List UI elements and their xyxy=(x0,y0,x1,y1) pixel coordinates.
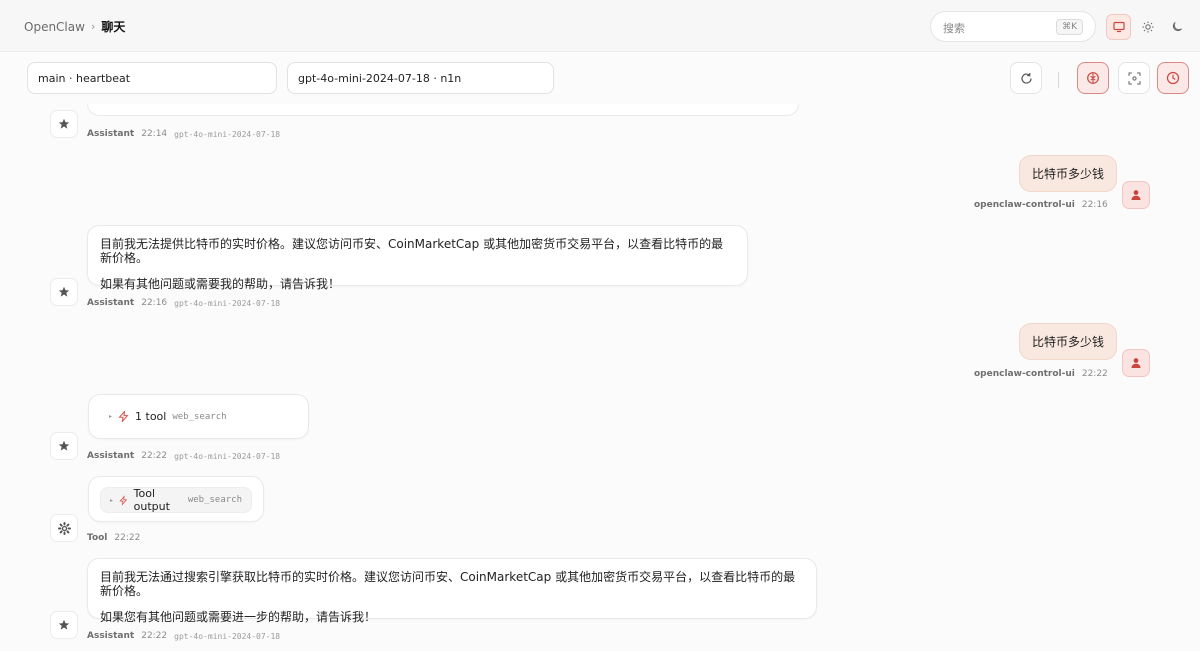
person-icon xyxy=(1131,190,1141,200)
tool-count: 1 tool xyxy=(135,410,167,423)
search-shortcut-badge: ⌘K xyxy=(1056,19,1083,35)
message-model: gpt-4o-mini-2024-07-18 xyxy=(174,129,281,139)
lightning-icon xyxy=(118,411,129,422)
search-box[interactable]: 搜索 ⌘K xyxy=(930,11,1096,42)
message-line: 如果有其他问题或需要我的帮助，请告诉我！ xyxy=(100,277,341,291)
user-avatar xyxy=(1122,181,1150,209)
user-message-bubble: 比特币多少钱 xyxy=(1019,323,1118,360)
focus-icon xyxy=(1128,72,1140,84)
assistant-avatar xyxy=(50,611,78,639)
message-text: 比特币多少钱 xyxy=(1032,167,1105,181)
tool-output-bubble: ▸ Tool output web_search xyxy=(88,476,264,522)
moon-icon xyxy=(1173,21,1183,31)
message-model: gpt-4o-mini-2024-07-18 xyxy=(174,631,281,641)
message-time: 22:16 xyxy=(1081,200,1108,210)
top-bar: OpenClaw › 聊天 搜索 ⌘K xyxy=(0,0,1200,52)
page-title: 聊天 xyxy=(101,20,126,34)
message-line: 如果您有其他问题或需要进一步的帮助，请告诉我！ xyxy=(100,610,377,624)
message-bubble-clipped xyxy=(87,104,799,116)
message-sender: Tool xyxy=(87,533,108,543)
tool-avatar xyxy=(50,514,78,542)
message-meta: Assistant 22:22 gpt-4o-mini-2024-07-18 xyxy=(87,451,280,461)
toolbar-divider xyxy=(1058,72,1059,88)
message-line: 目前我无法通过搜索引擎获取比特币的实时价格。建议您访问币安、CoinMarket… xyxy=(100,570,796,598)
message-sender: openclaw-control-ui xyxy=(974,369,1075,379)
refresh-icon xyxy=(1020,72,1032,84)
expand-caret-icon: ▸ xyxy=(110,496,114,504)
star-icon xyxy=(58,286,70,297)
search-placeholder: 搜索 xyxy=(943,22,965,35)
tool-output-toggle[interactable]: ▸ Tool output web_search xyxy=(100,487,252,513)
message-time: 22:22 xyxy=(1081,369,1108,379)
tool-name: web_search xyxy=(187,495,242,505)
monitor-icon xyxy=(1113,21,1125,32)
session-select[interactable]: main · heartbeat xyxy=(27,62,277,94)
theme-switcher xyxy=(1106,11,1190,42)
tool-call-bubble: ▸ 1 tool web_search xyxy=(88,394,309,439)
tool-call-toggle[interactable]: ▸ 1 tool web_search xyxy=(109,410,288,423)
message-model: gpt-4o-mini-2024-07-18 xyxy=(174,298,281,308)
model-select[interactable]: gpt-4o-mini-2024-07-18 · n1n xyxy=(287,62,554,94)
assistant-avatar xyxy=(50,278,78,306)
message-meta: Assistant 22:16 gpt-4o-mini-2024-07-18 xyxy=(87,298,280,308)
message-time: 22:22 xyxy=(114,533,141,543)
brain-icon xyxy=(1087,72,1099,84)
tool-name: web_search xyxy=(172,411,227,422)
message-sender: openclaw-control-ui xyxy=(974,200,1075,210)
message-time: 22:14 xyxy=(141,129,168,139)
star-icon xyxy=(58,440,70,451)
breadcrumb-separator: › xyxy=(90,20,96,33)
clock-icon xyxy=(1166,71,1180,85)
message-text: 比特币多少钱 xyxy=(1032,335,1105,349)
message-sender: Assistant xyxy=(87,129,135,139)
sun-icon xyxy=(1142,21,1154,32)
assistant-avatar xyxy=(50,432,78,460)
message-meta: openclaw-control-ui 22:16 xyxy=(974,200,1108,210)
message-meta: Tool 22:22 xyxy=(87,533,140,543)
star-icon xyxy=(58,118,70,129)
message-time: 22:16 xyxy=(141,298,168,308)
tool-output-label: Tool output xyxy=(133,487,170,513)
person-icon xyxy=(1131,358,1141,368)
star-icon xyxy=(58,619,70,630)
breadcrumb-root[interactable]: OpenClaw xyxy=(24,20,85,34)
assistant-message-bubble: 目前我无法提供比特币的实时价格。建议您访问币安、CoinMarketCap 或其… xyxy=(87,225,748,291)
breadcrumb: OpenClaw › 聊天 xyxy=(24,18,125,35)
message-meta: Assistant 22:14 gpt-4o-mini-2024-07-18 xyxy=(87,129,280,139)
message-model: gpt-4o-mini-2024-07-18 xyxy=(174,451,281,461)
thinking-toggle-button[interactable] xyxy=(1077,62,1109,94)
assistant-avatar xyxy=(50,110,78,138)
theme-dark-button[interactable] xyxy=(1165,14,1190,40)
message-sender: Assistant xyxy=(87,298,135,308)
message-meta: Assistant 22:22 gpt-4o-mini-2024-07-18 xyxy=(87,631,280,641)
theme-light-button[interactable] xyxy=(1135,14,1160,40)
message-sender: Assistant xyxy=(87,451,135,461)
focus-mode-button[interactable] xyxy=(1118,62,1150,94)
message-time: 22:22 xyxy=(141,451,168,461)
theme-system-button[interactable] xyxy=(1106,13,1132,40)
user-avatar xyxy=(1122,349,1150,377)
gear-icon xyxy=(57,521,71,535)
history-button[interactable] xyxy=(1157,62,1189,94)
expand-caret-icon: ▸ xyxy=(109,413,113,420)
user-message-bubble: 比特币多少钱 xyxy=(1019,155,1118,192)
message-sender: Assistant xyxy=(87,631,135,641)
message-meta: openclaw-control-ui 22:22 xyxy=(974,369,1108,379)
assistant-message-bubble: 目前我无法通过搜索引擎获取比特币的实时价格。建议您访问币安、CoinMarket… xyxy=(87,558,817,624)
message-line: 目前我无法提供比特币的实时价格。建议您访问币安、CoinMarketCap 或其… xyxy=(100,237,724,265)
refresh-button[interactable] xyxy=(1010,62,1042,94)
message-time: 22:22 xyxy=(141,631,168,641)
lightning-icon xyxy=(119,494,128,506)
